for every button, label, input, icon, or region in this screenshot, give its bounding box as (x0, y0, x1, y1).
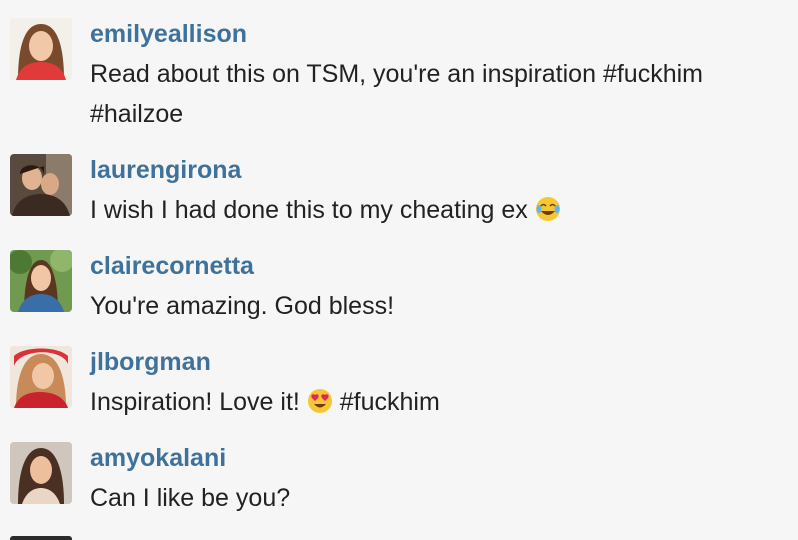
avatar[interactable] (10, 536, 72, 540)
avatar[interactable] (10, 346, 72, 408)
comment-username[interactable]: clairecornetta (90, 250, 254, 282)
comment-text-tail: #fuckhim (332, 388, 440, 416)
comment-username[interactable]: amyokalani (90, 442, 226, 474)
comment-username[interactable]: laurengirona (90, 154, 241, 186)
avatar-photo (10, 250, 72, 312)
comment-text-body: I wish I had done this to my cheating ex (90, 196, 535, 224)
comment-text: I wish I had done this to my cheating ex (90, 190, 790, 230)
heart-eyes-emoji (307, 388, 333, 414)
avatar-photo (10, 442, 72, 504)
comment-list: emilyeallison Read about this on TSM, yo… (0, 0, 798, 540)
comment-text: Inspiration! Love it! #fuckhim (90, 382, 790, 422)
comment-text: Can I like be you? (90, 478, 790, 518)
avatar-photo (10, 18, 72, 80)
avatar[interactable] (10, 250, 72, 312)
comment-text-body: You're amazing. God bless! (90, 292, 395, 320)
comment-username[interactable]: emilyeallison (90, 18, 247, 50)
comment-text: You're amazing. God bless! (90, 286, 790, 326)
avatar-photo (10, 154, 72, 216)
avatar[interactable] (10, 18, 72, 80)
avatar[interactable] (10, 442, 72, 504)
avatar-photo (10, 346, 72, 408)
comment-text-body: Read about this on TSM, you're an inspir… (90, 60, 703, 128)
face-with-tears-of-joy-emoji (535, 196, 561, 222)
avatar[interactable] (10, 154, 72, 216)
comment-text: Read about this on TSM, you're an inspir… (90, 54, 790, 134)
comment-text-body: Can I like be you? (90, 484, 291, 512)
comment-text-body: Inspiration! Love it! (90, 388, 307, 416)
comment-username[interactable]: jlborgman (90, 346, 211, 378)
